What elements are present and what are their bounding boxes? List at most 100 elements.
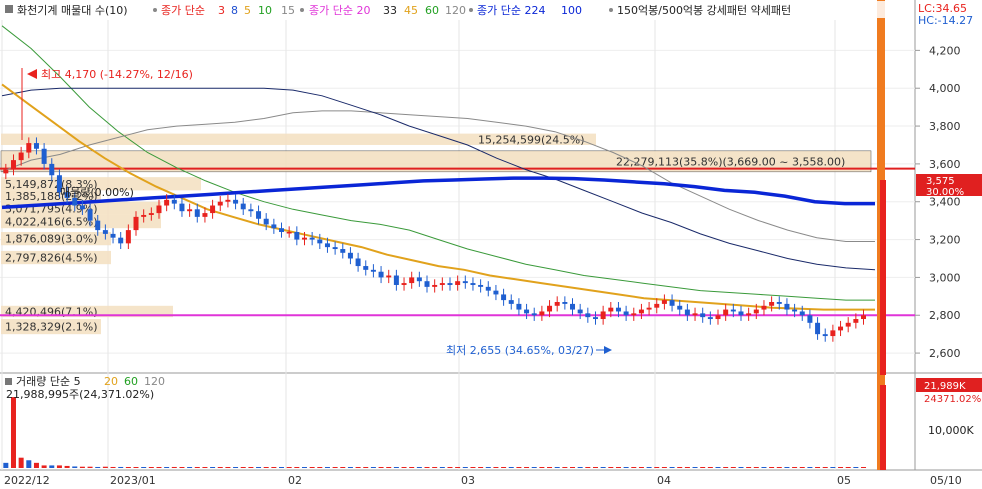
candle-body	[577, 309, 583, 314]
volume-bar	[164, 467, 170, 468]
volume-bar	[286, 467, 292, 468]
volume-bar	[615, 467, 621, 468]
volume-ma-120[interactable]: 120	[144, 375, 165, 388]
legend-title[interactable]: 화천기계 매물대 수(10)	[17, 3, 128, 17]
candle-body	[455, 281, 461, 285]
candle-body	[317, 239, 323, 244]
candle-body	[294, 232, 300, 240]
volume-bar	[715, 467, 721, 468]
legend-ma-33[interactable]: 33	[383, 4, 397, 17]
legend-ma-100[interactable]: 100	[561, 4, 582, 17]
volume-ma-60[interactable]: 60	[124, 375, 138, 388]
legend-ma-60[interactable]: 60	[425, 4, 439, 17]
legend-ma-5[interactable]: 5	[244, 4, 251, 17]
profile-label: 2,797,826(4.5%)	[5, 252, 98, 265]
volume-bar	[309, 467, 315, 468]
volume-bar	[462, 467, 468, 468]
volume-bar	[807, 467, 813, 468]
volume-bar	[409, 467, 415, 468]
volume-bar	[822, 467, 828, 468]
candle-body	[386, 275, 392, 278]
candle-body	[554, 302, 560, 306]
candle-body	[761, 305, 767, 310]
candle-body	[18, 152, 24, 161]
bullet-icon	[300, 8, 304, 12]
legend-row: 화천기계 매물대 수(10) 종가 단순 3 8 5 10 15 종가 단순 2…	[1, 1, 913, 18]
candle-body	[41, 148, 47, 164]
candle-body	[608, 307, 614, 312]
candle-body	[524, 309, 530, 314]
legend-ma-label-3[interactable]: 종가 단순 224	[477, 4, 545, 17]
candle-body	[409, 277, 415, 284]
candle-body	[845, 322, 851, 327]
candle-body	[141, 214, 147, 217]
candle-body	[753, 309, 759, 314]
profile-label: 1,876,089(3.0%)	[5, 233, 98, 246]
candle-body	[95, 220, 101, 231]
candle-body	[432, 284, 438, 287]
legend-ma-label-1[interactable]: 종가 단순	[161, 4, 205, 17]
volume-bar	[18, 457, 24, 468]
candle-body	[478, 284, 484, 287]
volume-bar	[10, 397, 16, 468]
volume-bar	[646, 467, 652, 468]
candle-body	[861, 315, 867, 320]
legend-ma-3[interactable]: 3	[218, 4, 225, 17]
candle-body	[661, 300, 667, 304]
legend-ma-label-2[interactable]: 종가 단순 20	[309, 4, 370, 17]
candle-body	[738, 311, 744, 316]
candle-body	[592, 317, 598, 320]
candle-body	[10, 160, 16, 170]
volume-bar	[531, 467, 537, 468]
volume-bar	[493, 467, 499, 468]
volume-bar	[279, 467, 285, 468]
volume-bar	[340, 467, 346, 468]
candle-body	[87, 209, 93, 221]
volume-bar	[585, 467, 591, 468]
volume-bar	[723, 467, 729, 468]
volume-value: 21,988,995주(24,371.02%)	[6, 388, 154, 401]
candle-body	[493, 290, 499, 295]
y-tick-label: 2,800	[929, 309, 961, 322]
high-annotation: 최고 4,170 (-14.27%, 12/16)	[41, 68, 193, 81]
x-tick-label: 04	[657, 474, 671, 487]
candle-body	[49, 163, 55, 176]
legend-ma-15[interactable]: 15	[281, 4, 295, 17]
volume-bar	[355, 467, 361, 468]
legend-pattern[interactable]: 150억봉/500억봉 강세패턴 약세패턴	[617, 3, 791, 17]
volume-bar	[294, 467, 300, 468]
volume-bar	[577, 467, 583, 468]
candle-body	[562, 302, 568, 304]
legend-ma-8[interactable]: 8	[231, 4, 238, 17]
candle-body	[347, 252, 353, 259]
volume-bar	[447, 467, 453, 468]
candle-body	[623, 311, 629, 316]
volume-bar	[845, 467, 851, 468]
volume-bar	[815, 467, 821, 468]
volume-bar	[677, 467, 683, 468]
volume-bar	[554, 467, 560, 468]
candle-body	[646, 307, 652, 310]
candle-body	[263, 218, 269, 225]
candle-body	[393, 275, 399, 285]
volume-bar	[87, 466, 93, 468]
candle-body	[776, 302, 782, 304]
volume-bar	[661, 467, 667, 468]
volume-bar	[730, 467, 736, 468]
volume-bar	[769, 467, 775, 468]
candle-body	[370, 269, 376, 272]
volume-ma-20[interactable]: 20	[104, 375, 118, 388]
legend-ma-10[interactable]: 10	[258, 4, 272, 17]
volume-bar	[501, 467, 507, 468]
volume-bar	[753, 467, 759, 468]
x-tick-label: 2023/01	[110, 474, 156, 487]
legend-ma-120[interactable]: 120	[445, 4, 466, 17]
volume-bar	[432, 467, 438, 468]
legend-ma-45[interactable]: 45	[404, 4, 418, 17]
profile-label: 4,420,496(7.1%)	[5, 305, 98, 318]
volume-bar	[26, 460, 32, 468]
volume-legend[interactable]: 거래량 단순 5	[16, 375, 81, 388]
candle-body	[340, 249, 346, 253]
volume-bar	[799, 467, 805, 468]
volume-tag-value: 21,989K	[924, 381, 966, 392]
